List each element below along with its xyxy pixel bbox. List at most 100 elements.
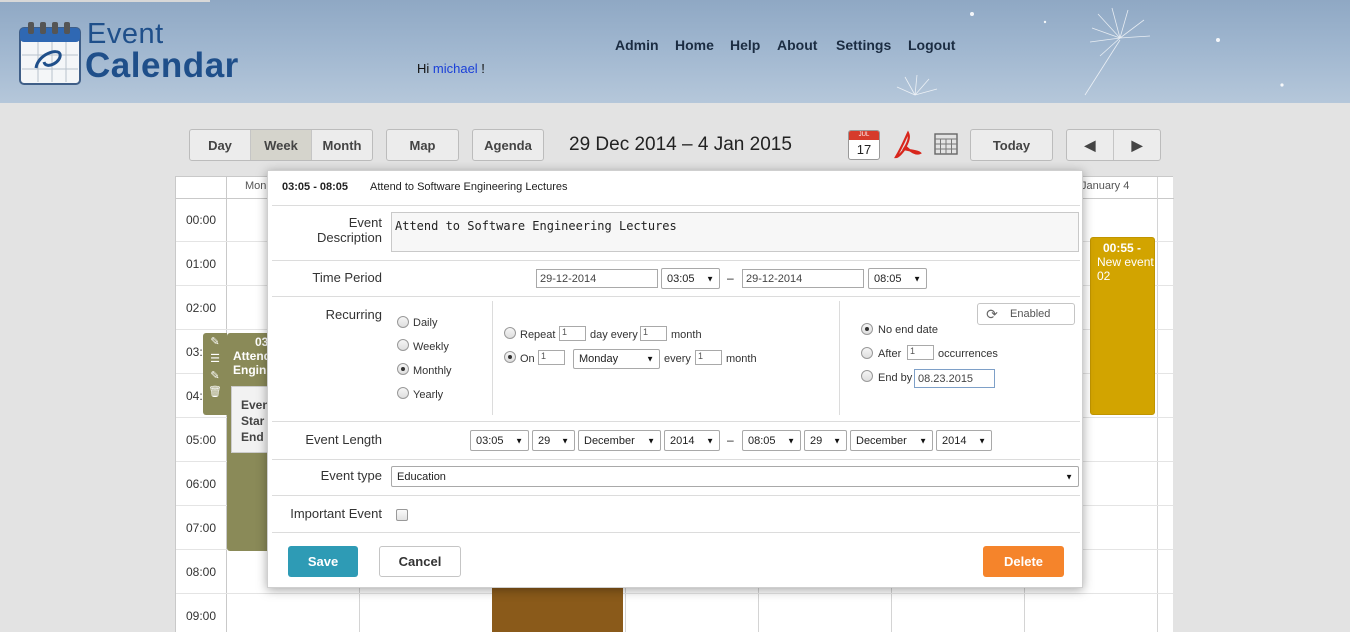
weekday-select[interactable]: Monday ▼ [573, 349, 660, 369]
length-end-month-select[interactable]: December ▼ [850, 430, 933, 451]
pencil-icon[interactable]: ✎ [203, 369, 227, 382]
view-day-button[interactable]: Day [190, 130, 251, 160]
cancel-button[interactable]: Cancel [379, 546, 461, 577]
greeting-prefix: Hi [417, 61, 433, 76]
on-radio[interactable] [504, 351, 516, 363]
day-header-mon[interactable]: Mon [245, 180, 266, 192]
recurring-label: Recurring [325, 307, 382, 322]
length-start-day-select[interactable]: 29 ▼ [532, 430, 575, 451]
every-num-input[interactable]: 1 [695, 350, 722, 365]
nav-about[interactable]: About [777, 37, 817, 53]
date-picker-icon[interactable]: JUL 17 [848, 130, 880, 160]
time-label: 02:00 [186, 301, 217, 315]
chevron-down-icon: ▼ [647, 436, 655, 445]
repeat-label: Repeat [520, 329, 556, 341]
repeat-radio[interactable] [504, 327, 516, 339]
description-textarea[interactable]: Attend to Software Engineering Lectures [391, 212, 1079, 252]
chevron-down-icon: ▼ [1065, 472, 1073, 481]
dialog-header-title: Attend to Software Engineering Lectures [370, 181, 568, 193]
nav-settings[interactable]: Settings [836, 37, 891, 53]
recur-daily-label: Daily [413, 317, 438, 329]
event-time: 03 [255, 335, 269, 349]
recur-weekly-label: Weekly [413, 341, 449, 353]
details-icon[interactable]: ☰ [203, 352, 227, 365]
length-start-year-select[interactable]: 2014 ▼ [664, 430, 720, 451]
repeat-month-input[interactable]: 1 [640, 326, 667, 341]
tooltip-line: Even [241, 398, 270, 412]
end-time-select[interactable]: 08:05 ▼ [868, 268, 927, 289]
time-label: 01:00 [186, 257, 217, 271]
time-label: 00:00 [186, 213, 217, 227]
logo-text-calendar: Calendar [85, 46, 239, 85]
grid-calendar-icon[interactable] [934, 133, 958, 155]
username-link[interactable]: michael [433, 61, 478, 76]
day-header-sun[interactable]: January 4 [1081, 180, 1129, 192]
start-date-input[interactable]: 29-12-2014 [536, 269, 658, 288]
after-radio[interactable] [861, 347, 873, 359]
header-top-line [0, 0, 210, 2]
edit-icon[interactable]: ✎ [203, 335, 227, 348]
length-start-time: 03:05 [476, 434, 504, 447]
end-date-input[interactable]: 29-12-2014 [742, 269, 864, 288]
length-start-month-select[interactable]: December ▼ [578, 430, 661, 451]
recur-weekly-radio[interactable] [397, 339, 409, 351]
end-by-radio[interactable] [861, 370, 873, 382]
nav-logout[interactable]: Logout [908, 37, 955, 53]
month-label: month [671, 329, 702, 341]
event-type-value: Education [397, 470, 446, 483]
chevron-down-icon: ▼ [706, 436, 714, 445]
pdf-icon[interactable] [892, 129, 924, 161]
length-end-time-select[interactable]: 08:05 ▼ [742, 430, 801, 451]
start-time-select[interactable]: 03:05 ▼ [661, 268, 720, 289]
view-week-button[interactable]: Week [251, 130, 312, 160]
chevron-down-icon: ▼ [833, 436, 841, 445]
month-label-2: month [726, 353, 757, 365]
recur-yearly-radio[interactable] [397, 387, 409, 399]
row-divider [272, 421, 1080, 422]
prev-week-button[interactable]: ◀ [1067, 130, 1114, 160]
event-type-select[interactable]: Education ▼ [391, 466, 1079, 487]
length-end-day-select[interactable]: 29 ▼ [804, 430, 847, 451]
length-start-time-select[interactable]: 03:05 ▼ [470, 430, 529, 451]
length-end-year-select[interactable]: 2014 ▼ [936, 430, 992, 451]
trash-icon[interactable]: 🗑 [203, 385, 227, 398]
event-length-label: Event Length [305, 432, 382, 447]
time-label: 07:00 [186, 521, 217, 535]
next-week-button[interactable]: ▶ [1114, 130, 1160, 160]
save-button[interactable]: Save [288, 546, 358, 577]
today-button[interactable]: Today [970, 129, 1053, 161]
recur-monthly-radio[interactable] [397, 363, 409, 375]
time-label: 05:00 [186, 433, 217, 447]
chevron-down-icon: ▼ [919, 436, 927, 445]
tooltip-line: End [241, 430, 264, 444]
after-num-input[interactable]: 1 [907, 345, 934, 360]
important-label: Important Event [290, 506, 382, 521]
nav-help[interactable]: Help [730, 37, 760, 53]
recur-yearly-label: Yearly [413, 389, 444, 401]
nav-home[interactable]: Home [675, 37, 714, 53]
delete-button[interactable]: Delete [983, 546, 1064, 577]
event-block-brown[interactable] [492, 588, 623, 632]
date-picker-day: 17 [856, 142, 872, 157]
after-label: After [878, 348, 902, 360]
event-edit-dialog: 03:05 - 08:05 Attend to Software Enginee… [267, 170, 1083, 588]
hour-line [176, 593, 1174, 594]
nav-admin[interactable]: Admin [615, 37, 659, 53]
repeat-day-input[interactable]: 1 [559, 326, 586, 341]
length-start-month: December [584, 434, 635, 447]
day-every-label: day every [590, 329, 638, 341]
no-end-radio[interactable] [861, 323, 873, 335]
recur-daily-radio[interactable] [397, 316, 409, 328]
end-time-value: 08:05 [874, 272, 902, 285]
map-button[interactable]: Map [386, 129, 459, 161]
event-block-new-event-02[interactable]: 00:55 - New event 02 [1090, 237, 1155, 415]
event-time: 00:55 - [1103, 241, 1142, 255]
end-by-date-input[interactable]: 08.23.2015 [914, 369, 995, 388]
important-checkbox[interactable] [396, 509, 408, 521]
view-month-button[interactable]: Month [312, 130, 372, 160]
event-title-line: Engin [233, 363, 267, 377]
on-num-input[interactable]: 1 [538, 350, 565, 365]
enabled-toggle[interactable]: ⟳ Enabled [977, 303, 1075, 325]
row-divider [272, 532, 1080, 533]
agenda-button[interactable]: Agenda [472, 129, 544, 161]
